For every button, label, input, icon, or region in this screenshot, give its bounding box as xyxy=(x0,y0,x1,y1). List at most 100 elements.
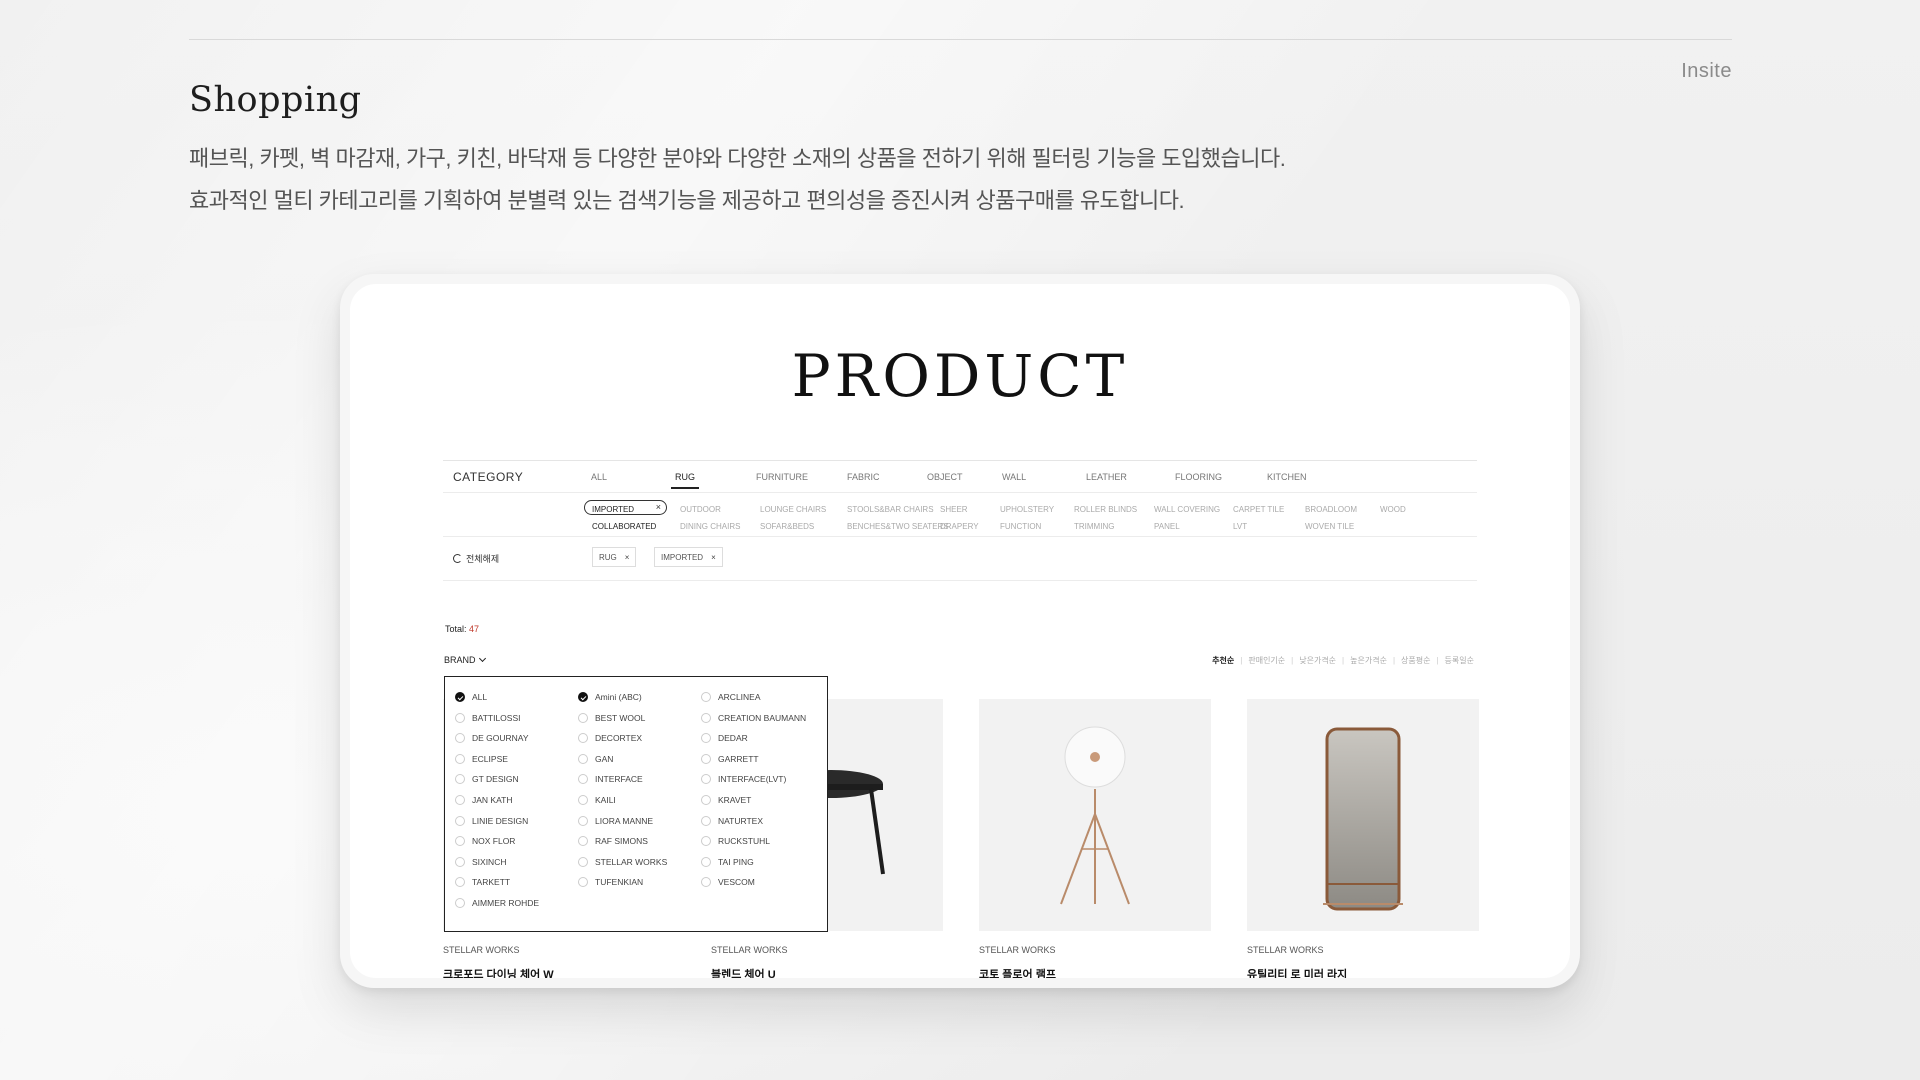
subcategory-sheer[interactable]: SHEER xyxy=(940,505,968,514)
tab-flooring[interactable]: FLOORING xyxy=(1175,472,1222,482)
sort-option[interactable]: 높은가격순 xyxy=(1350,656,1387,665)
brand-option-ruckstuhl[interactable]: RUCKSTUHL xyxy=(701,836,770,847)
radio-icon[interactable] xyxy=(701,692,711,702)
radio-icon[interactable] xyxy=(701,836,711,847)
subcategory-function[interactable]: FUNCTION xyxy=(1000,522,1041,531)
radio-icon[interactable] xyxy=(578,795,588,805)
brand-option-creation-baumann[interactable]: CREATION BAUMANN xyxy=(701,712,806,723)
subcategory-carpet-tile[interactable]: CARPET TILE xyxy=(1233,505,1284,514)
subcategory-stools-bar-chairs[interactable]: STOOLS&BAR CHAIRS xyxy=(847,505,934,514)
radio-icon[interactable] xyxy=(701,774,711,785)
floor-mirror-icon[interactable] xyxy=(1247,699,1479,931)
radio-icon[interactable] xyxy=(578,753,588,764)
brand-option-decortex[interactable]: DECORTEX xyxy=(578,733,642,744)
brand-option-stellar-works[interactable]: STELLAR WORKS xyxy=(578,856,667,867)
filter-chip-rug[interactable]: RUG × xyxy=(592,547,637,567)
sort-option[interactable]: 추천순 xyxy=(1212,656,1234,665)
subcategory-benches-two-seaters[interactable]: BENCHES&TWO SEATERS xyxy=(847,522,949,531)
brand-option-interface-lvt[interactable]: INTERFACE(LVT) xyxy=(701,774,786,785)
radio-icon[interactable] xyxy=(578,856,588,867)
subcategory-lvt[interactable]: LVT xyxy=(1233,522,1247,531)
brand-option-interface[interactable]: INTERFACE xyxy=(578,774,643,785)
product-name[interactable]: 코토 플로어 램프 xyxy=(979,966,1211,978)
radio-icon[interactable] xyxy=(455,774,465,785)
subcategory-wood[interactable]: WOOD xyxy=(1380,505,1406,514)
brand-option-kaili[interactable]: KAILI xyxy=(578,795,616,805)
subcategory-drapery[interactable]: DRAPERY xyxy=(940,522,979,531)
radio-icon[interactable] xyxy=(578,712,588,723)
radio-icon[interactable] xyxy=(701,753,711,764)
sort-option[interactable]: 상품평순 xyxy=(1401,656,1430,665)
brand-dropdown-toggle[interactable]: BRAND xyxy=(444,654,486,665)
brand-option-tarkett[interactable]: TARKETT xyxy=(455,877,510,888)
brand-option-tufenkian[interactable]: TUFENKIAN xyxy=(578,877,643,888)
radio-icon[interactable] xyxy=(578,774,588,785)
checked-radio-icon[interactable] xyxy=(578,692,588,702)
brand-option-de-gournay[interactable]: DE GOURNAY xyxy=(455,733,529,744)
brand-option-kravet[interactable]: KRAVET xyxy=(701,795,751,805)
product-card[interactable]: STELLAR WORKS 유틸리티 로 미러 라지 xyxy=(1247,699,1479,978)
product-name[interactable]: 크로포드 다이닝 체어 W xyxy=(443,966,675,978)
brand-option-liora-manne[interactable]: LIORA MANNE xyxy=(578,815,653,826)
tab-fabric[interactable]: FABRIC xyxy=(847,472,880,482)
radio-icon[interactable] xyxy=(455,753,465,764)
subcategory-outdoor[interactable]: OUTDOOR xyxy=(680,505,721,514)
subcategory-upholstery[interactable]: UPHOLSTERY xyxy=(1000,505,1054,514)
brand-option-arclinea[interactable]: ARCLINEA xyxy=(701,692,761,702)
subcategory-trimming[interactable]: TRIMMING xyxy=(1074,522,1114,531)
subcategory-roller-blinds[interactable]: ROLLER BLINDS xyxy=(1074,505,1137,514)
product-card[interactable]: STELLAR WORKS 코토 플로어 램프 xyxy=(979,699,1211,978)
radio-icon[interactable] xyxy=(455,898,465,908)
reset-filters-button[interactable]: 전체해제 xyxy=(453,552,499,565)
radio-icon[interactable] xyxy=(455,836,465,847)
subcategory-dining-chairs[interactable]: DINING CHAIRS xyxy=(680,522,740,531)
floor-lamp-icon[interactable] xyxy=(979,699,1211,931)
brand-option-battilossi[interactable]: BATTILOSSI xyxy=(455,712,521,723)
brand-option-amini-abc[interactable]: Amini (ABC) xyxy=(578,692,642,702)
sort-option[interactable]: 등록일순 xyxy=(1445,656,1474,665)
subcategory-broadloom[interactable]: BROADLOOM xyxy=(1305,505,1357,514)
brand-option-jan-kath[interactable]: JAN KATH xyxy=(455,795,512,805)
radio-icon[interactable] xyxy=(455,795,465,805)
brand-option-naturtex[interactable]: NATURTEX xyxy=(701,815,763,826)
brand-option-aimmer-rohde[interactable]: AIMMER ROHDE xyxy=(455,898,539,908)
product-name[interactable]: 블렌드 체어 U xyxy=(711,966,943,978)
radio-icon[interactable] xyxy=(701,712,711,723)
subcategory-lounge-chairs[interactable]: LOUNGE CHAIRS xyxy=(760,505,826,514)
pill-close-icon[interactable]: × xyxy=(656,502,661,512)
product-name[interactable]: 유틸리티 로 미러 라지 xyxy=(1247,966,1479,978)
radio-icon[interactable] xyxy=(578,877,588,888)
brand-option-gt-design[interactable]: GT DESIGN xyxy=(455,774,519,785)
sort-option[interactable]: 낮은가격순 xyxy=(1299,656,1336,665)
radio-icon[interactable] xyxy=(455,877,465,888)
brand-option-garrett[interactable]: GARRETT xyxy=(701,753,759,764)
radio-icon[interactable] xyxy=(701,815,711,826)
brand-option-eclipse[interactable]: ECLIPSE xyxy=(455,753,508,764)
subcategory-collaborated[interactable]: COLLABORATED xyxy=(592,522,656,531)
radio-icon[interactable] xyxy=(578,815,588,826)
sort-option[interactable]: 판매인기순 xyxy=(1248,656,1285,665)
subcategory-woven-tile[interactable]: WOVEN TILE xyxy=(1305,522,1354,531)
tab-rug[interactable]: RUG xyxy=(671,472,699,489)
filter-chip-imported[interactable]: IMPORTED × xyxy=(654,547,723,567)
checked-radio-icon[interactable] xyxy=(455,692,465,702)
radio-icon[interactable] xyxy=(455,815,465,826)
radio-icon[interactable] xyxy=(701,877,711,888)
radio-icon[interactable] xyxy=(701,733,711,744)
subcategory-panel[interactable]: PANEL xyxy=(1154,522,1180,531)
brand-option-sixinch[interactable]: SIXINCH xyxy=(455,856,506,867)
brand-option-raf-simons[interactable]: RAF SIMONS xyxy=(578,836,648,847)
brand-option-best-wool[interactable]: BEST WOOL xyxy=(578,712,645,723)
brand-option-nox-flor[interactable]: NOX FLOR xyxy=(455,836,515,847)
tab-leather[interactable]: LEATHER xyxy=(1086,472,1127,482)
subcategory-wall-covering[interactable]: WALL COVERING xyxy=(1154,505,1220,514)
radio-icon[interactable] xyxy=(578,733,588,744)
tab-furniture[interactable]: FURNITURE xyxy=(756,472,808,482)
radio-icon[interactable] xyxy=(455,712,465,723)
radio-icon[interactable] xyxy=(455,733,465,744)
remove-chip-icon[interactable]: × xyxy=(625,553,630,562)
tab-wall[interactable]: WALL xyxy=(1002,472,1026,482)
radio-icon[interactable] xyxy=(578,836,588,847)
tab-all[interactable]: ALL xyxy=(591,472,607,482)
tab-kitchen[interactable]: KITCHEN xyxy=(1267,472,1307,482)
